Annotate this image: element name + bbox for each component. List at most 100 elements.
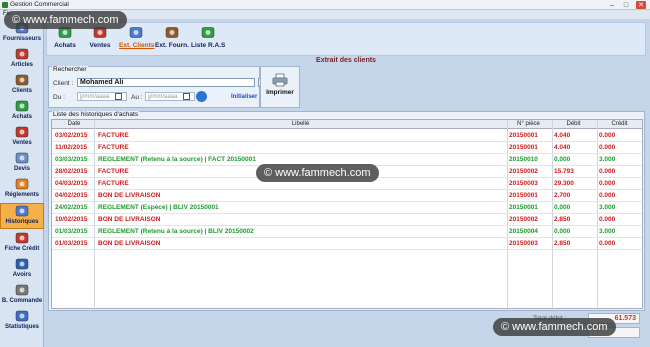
- sidebar-item-devis[interactable]: Devis: [0, 151, 44, 177]
- toolbar-button-ext-fourn-[interactable]: Ext. Fourn.: [155, 25, 189, 55]
- watermark: © www.fammech.com: [256, 164, 379, 182]
- watermark: © www.fammech.com: [4, 11, 127, 29]
- column-header[interactable]: Date: [54, 121, 94, 127]
- sidebar-item-label: Avoirs: [12, 272, 32, 278]
- sidebar: Fournisseurs Articles Clients Achats Ventes D…: [0, 19, 44, 347]
- calendar-icon[interactable]: [115, 93, 122, 100]
- maximize-icon[interactable]: □: [622, 1, 630, 9]
- table-cell-date: 10/02/2015: [55, 216, 88, 223]
- sidebar-item-ventes[interactable]: Ventes: [0, 125, 44, 151]
- close-icon[interactable]: ✕: [636, 1, 646, 9]
- column-header[interactable]: Crédit: [597, 121, 642, 127]
- toolbar-button-label: Ext. Clients: [119, 42, 155, 49]
- sidebar-item-statistiques[interactable]: Statistiques: [0, 309, 44, 335]
- sidebar-item-articles[interactable]: Articles: [0, 47, 44, 73]
- client-extract-icon: [129, 27, 143, 38]
- purchases-icon: [15, 100, 29, 112]
- quote-icon: [15, 152, 29, 164]
- table-cell-libelle: BON DE LIVRAISON: [98, 240, 161, 247]
- table-row[interactable]: 01/03/2015 REGLEMENT (Retenu à la source)…: [52, 226, 642, 238]
- sales-icon: [15, 126, 29, 138]
- table-cell-debit: 0.000: [554, 156, 571, 163]
- table-cell-date: 01/03/2015: [55, 228, 88, 235]
- calendar-icon[interactable]: [183, 93, 190, 100]
- toolbar-button-liste-r-a-s[interactable]: Liste R.A.S: [191, 25, 225, 55]
- table-cell-credit: 3.000: [599, 156, 616, 163]
- history-table: Date Libellé N° pièce Débit Crédit 03/02/201…: [51, 119, 643, 310]
- table-cell-debit: 2.700: [554, 192, 571, 199]
- table-cell-debit: 4.040: [554, 144, 571, 151]
- sidebar-item-label: Clients: [11, 88, 32, 94]
- table-cell-piece: 20150002: [509, 168, 538, 175]
- table-cell-date: 28/02/2015: [55, 168, 88, 175]
- panel-title: Extrait des clients: [316, 57, 376, 64]
- table-cell-date: 04/03/2015: [55, 180, 88, 187]
- table-cell-piece: 20150003: [509, 240, 538, 247]
- column-header[interactable]: Débit: [552, 121, 595, 127]
- sidebar-item-label: Achats: [11, 114, 32, 120]
- table-cell-piece: 20150002: [509, 216, 538, 223]
- table-row[interactable]: 04/02/2015 BON DE LIVRAISON 20150001 2.700 0…: [52, 190, 642, 202]
- sidebar-item-achats[interactable]: Achats: [0, 99, 44, 125]
- window-title: Gestion Commercial: [10, 1, 69, 8]
- table-cell-debit: 0.000: [554, 204, 571, 211]
- toolbar-button-achats[interactable]: Achats: [51, 25, 79, 55]
- watermark: © www.fammech.com: [493, 318, 616, 336]
- sidebar-item-label: Historiques: [5, 219, 39, 225]
- table-cell-libelle: FACTURE: [98, 144, 129, 151]
- table-cell-debit: 2.850: [554, 216, 571, 223]
- sidebar-item-avoirs[interactable]: Avoirs: [0, 257, 44, 283]
- column-header[interactable]: Libellé: [96, 121, 505, 127]
- print-button[interactable]: Imprimer: [260, 66, 300, 108]
- date-from-label: Du :: [53, 94, 65, 101]
- table-row[interactable]: 11/02/2015 FACTURE 20150001 4.040 0.000: [52, 142, 642, 154]
- search-icon[interactable]: [196, 91, 207, 102]
- table-cell-piece: 20150004: [509, 228, 538, 235]
- table-cell-libelle: FACTURE: [98, 168, 129, 175]
- toolbar-button-ext-clients[interactable]: Ext. Clients: [119, 25, 155, 55]
- table-row[interactable]: 24/02/2015 REGLEMENT (Espèce) | BLIV 2015…: [52, 202, 642, 214]
- table-cell-piece: 20150010: [509, 156, 538, 163]
- clients-icon: [15, 74, 29, 86]
- table-cell-credit: 0.000: [599, 240, 616, 247]
- table-cell-date: 03/02/2015: [55, 132, 88, 139]
- table-row[interactable]: 10/02/2015 BON DE LIVRAISON 20150002 2.850 0…: [52, 214, 642, 226]
- toolbar-button-ventes[interactable]: Ventes: [85, 25, 115, 55]
- table-cell-debit: 2.850: [554, 240, 571, 247]
- table-cell-credit: 0.000: [599, 168, 616, 175]
- table-cell-piece: 20150001: [509, 192, 538, 199]
- column-header[interactable]: N° pièce: [507, 121, 550, 127]
- table-cell-libelle: FACTURE: [98, 132, 129, 139]
- table-cell-libelle: FACTURE: [98, 180, 129, 187]
- app-icon: [2, 2, 8, 8]
- history-icon: [15, 205, 29, 217]
- toolbar-button-label: Achats: [54, 42, 76, 49]
- table-cell-credit: 0.000: [599, 132, 616, 139]
- sidebar-item-historiques[interactable]: Historiques: [0, 203, 44, 229]
- table-cell-credit: 0.000: [599, 180, 616, 187]
- sidebar-item-label: B. Commande: [1, 298, 43, 304]
- table-cell-debit: 0.000: [554, 228, 571, 235]
- payments-icon: [15, 178, 29, 190]
- sidebar-item-label: Fiche Crédit: [4, 246, 40, 252]
- sidebar-item-label: Fournisseurs: [2, 36, 41, 42]
- sidebar-item-label: Statistiques: [4, 324, 39, 330]
- sidebar-item-b-commande[interactable]: B. Commande: [0, 283, 44, 309]
- sidebar-item-label: Réglements: [4, 192, 39, 198]
- table-cell-libelle: BON DE LIVRAISON: [98, 192, 161, 199]
- table-cell-date: 03/03/2015: [55, 156, 88, 163]
- table-row[interactable]: 01/03/2015 BON DE LIVRAISON 20150003 2.850 0…: [52, 238, 642, 250]
- table-cell-credit: 3.000: [599, 204, 616, 211]
- table-row[interactable]: 03/02/2015 FACTURE 20150001 4.040 0.000: [52, 130, 642, 142]
- supplier-extract-icon: [165, 27, 179, 38]
- reset-link[interactable]: Initialiser: [231, 94, 257, 100]
- client-field[interactable]: Mohamed Ali: [77, 78, 255, 87]
- date-to-label: Au :: [131, 94, 143, 101]
- table-cell-piece: 20150001: [509, 132, 538, 139]
- minimize-icon[interactable]: –: [608, 1, 616, 9]
- sidebar-item-clients[interactable]: Clients: [0, 73, 44, 99]
- sidebar-item-fiche-cr-dit[interactable]: Fiche Crédit: [0, 231, 44, 257]
- sidebar-item-label: Devis: [13, 166, 30, 172]
- sidebar-item-r-glements[interactable]: Réglements: [0, 177, 44, 203]
- table-cell-date: 01/03/2015: [55, 240, 88, 247]
